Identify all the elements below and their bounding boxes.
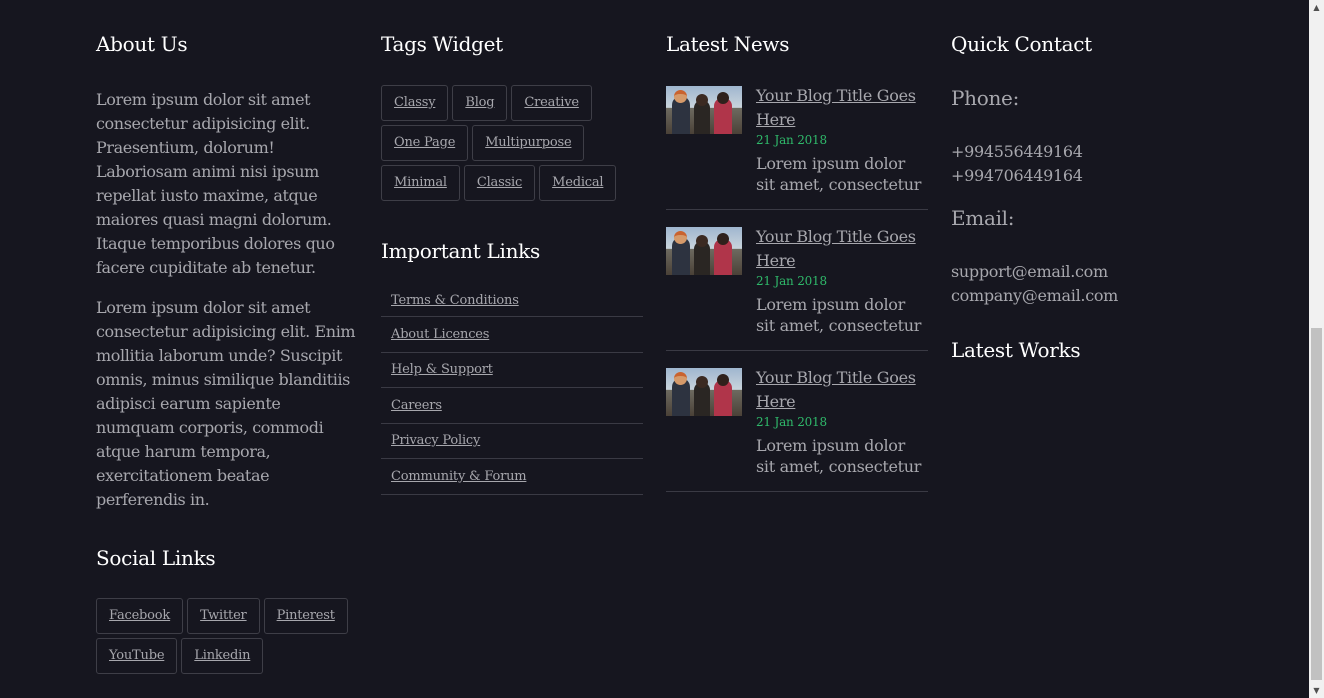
link-terms-conditions[interactable]: Terms & Conditions <box>391 293 519 308</box>
about-paragraph-1: Lorem ipsum dolor sit amet consectetur a… <box>96 90 335 277</box>
site-footer: About Us Lorem ipsum dolor sit amet cons… <box>0 0 1309 698</box>
social-links-list: Facebook Twitter Pinterest YouTube Linke… <box>96 598 358 678</box>
tag-multipurpose[interactable]: Multipurpose <box>472 125 585 161</box>
scrollbar-thumb[interactable] <box>1311 328 1322 680</box>
link-about-licences[interactable]: About Licences <box>391 327 489 342</box>
scroll-down-arrow-icon[interactable]: ▼ <box>1309 683 1324 698</box>
latest-news-title: Latest News <box>666 32 790 56</box>
news-list: Your Blog Title Goes Here 21 Jan 2018 Lo… <box>666 84 928 492</box>
link-privacy-policy[interactable]: Privacy Policy <box>391 433 480 448</box>
link-help-support[interactable]: Help & Support <box>391 362 493 377</box>
phone-number: +994556449164 <box>951 142 1083 161</box>
email-address: company@email.com <box>951 286 1119 305</box>
list-item: About Licences <box>381 317 643 353</box>
news-thumbnail-image[interactable] <box>666 227 742 275</box>
tags-widget-title: Tags Widget <box>381 32 503 56</box>
news-excerpt: Lorem ipsum dolor sit amet, consectetur <box>756 436 922 476</box>
link-community-forum[interactable]: Community & Forum <box>391 469 527 484</box>
social-link-pinterest[interactable]: Pinterest <box>263 598 348 634</box>
social-link-twitter[interactable]: Twitter <box>187 598 260 634</box>
list-item: Community & Forum <box>381 459 643 495</box>
link-careers[interactable]: Careers <box>391 398 442 413</box>
tags-links-column: Tags Widget Classy Blog Creative One Pag… <box>381 30 643 495</box>
tag-minimal[interactable]: Minimal <box>381 165 460 201</box>
news-thumbnail-image[interactable] <box>666 368 742 416</box>
tag-medical[interactable]: Medical <box>539 165 617 201</box>
important-links-title: Important Links <box>381 239 540 263</box>
tags-list: Classy Blog Creative One Page Multipurpo… <box>381 85 643 205</box>
phone-number: +994706449164 <box>951 166 1083 185</box>
news-body: Your Blog Title Goes Here 21 Jan 2018 Lo… <box>756 366 928 477</box>
social-link-linkedin[interactable]: Linkedin <box>181 638 264 674</box>
tag-blog[interactable]: Blog <box>452 85 508 121</box>
news-body: Your Blog Title Goes Here 21 Jan 2018 Lo… <box>756 84 928 195</box>
news-title-link[interactable]: Your Blog Title Goes Here <box>756 366 928 414</box>
news-item: Your Blog Title Goes Here 21 Jan 2018 Lo… <box>666 84 928 210</box>
news-title-link[interactable]: Your Blog Title Goes Here <box>756 225 928 273</box>
news-item: Your Blog Title Goes Here 21 Jan 2018 Lo… <box>666 225 928 351</box>
list-item: Careers <box>381 388 643 424</box>
tag-one-page[interactable]: One Page <box>381 125 469 161</box>
email-list: support@email.com company@email.com <box>951 260 1213 308</box>
list-item: Privacy Policy <box>381 424 643 459</box>
phone-list: +994556449164 +994706449164 <box>951 140 1213 188</box>
news-excerpt: Lorem ipsum dolor sit amet, consectetur <box>756 154 922 194</box>
quick-contact-title: Quick Contact <box>951 32 1092 56</box>
about-column: About Us Lorem ipsum dolor sit amet cons… <box>96 30 358 678</box>
social-link-youtube[interactable]: YouTube <box>96 638 178 674</box>
news-date: 21 Jan 2018 <box>756 415 827 429</box>
news-excerpt: Lorem ipsum dolor sit amet, consectetur <box>756 295 922 335</box>
news-item: Your Blog Title Goes Here 21 Jan 2018 Lo… <box>666 366 928 492</box>
news-body: Your Blog Title Goes Here 21 Jan 2018 Lo… <box>756 225 928 336</box>
news-title-link[interactable]: Your Blog Title Goes Here <box>756 84 928 132</box>
social-link-facebook[interactable]: Facebook <box>96 598 184 634</box>
email-label: Email: <box>951 206 1015 230</box>
email-address: support@email.com <box>951 262 1108 281</box>
list-item: Help & Support <box>381 353 643 388</box>
important-links-list: Terms & Conditions About Licences Help &… <box>381 285 643 495</box>
news-date: 21 Jan 2018 <box>756 133 827 147</box>
about-paragraph-2: Lorem ipsum dolor sit amet consectetur a… <box>96 298 356 509</box>
page-scrollbar[interactable]: ▲ ▼ <box>1309 0 1324 698</box>
contact-column: Quick Contact Phone: +994556449164 +9947… <box>951 30 1213 364</box>
phone-label: Phone: <box>951 86 1020 110</box>
news-thumbnail-image[interactable] <box>666 86 742 134</box>
news-column: Latest News Your Blog Title Goes Here 21… <box>666 30 928 507</box>
tag-classy[interactable]: Classy <box>381 85 449 121</box>
news-date: 21 Jan 2018 <box>756 274 827 288</box>
scroll-up-arrow-icon[interactable]: ▲ <box>1309 0 1324 15</box>
about-title: About Us <box>96 32 188 56</box>
tag-classic[interactable]: Classic <box>463 165 536 201</box>
list-item: Terms & Conditions <box>381 285 643 317</box>
social-links-title: Social Links <box>96 546 216 570</box>
tag-creative[interactable]: Creative <box>511 85 592 121</box>
latest-works-title: Latest Works <box>951 338 1081 362</box>
